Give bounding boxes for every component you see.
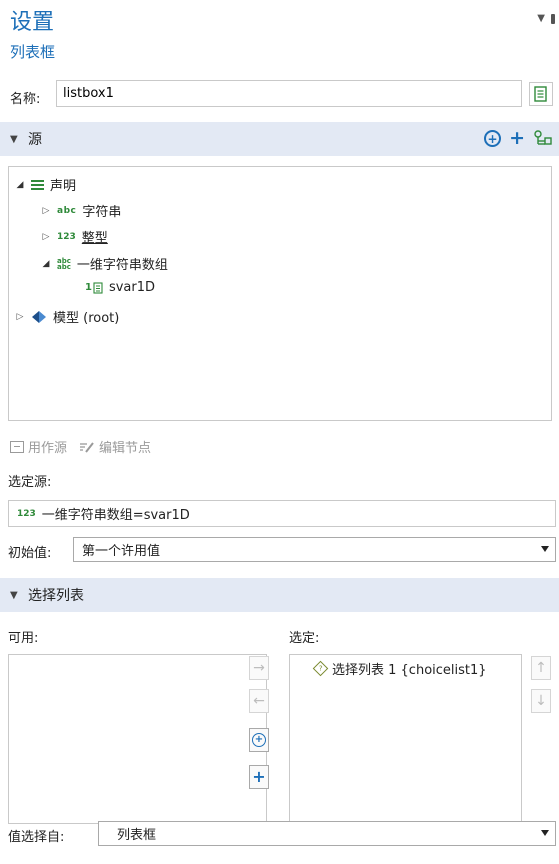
tree-node-label: svar1D [108, 280, 156, 295]
source-section-title: 源 [28, 132, 42, 148]
selected-source-value: 一维字符串数组=svar1D [41, 508, 190, 523]
tree-node-string-array[interactable]: ◢ abc abc 一维字符串数组 [41, 254, 168, 273]
name-input[interactable] [56, 80, 522, 107]
choice-section-title: 选择列表 [28, 588, 84, 604]
tree-node-model[interactable]: ▷ 模型 (root) [15, 307, 119, 326]
arrow-up-icon: ↑ [535, 660, 547, 676]
move-left-button[interactable]: ← [249, 689, 269, 713]
tree-node-declarations[interactable]: ◢ 声明 [15, 175, 76, 194]
name-label: 名称: [10, 92, 41, 107]
add-button[interactable]: + [249, 765, 269, 789]
available-list[interactable] [8, 654, 267, 824]
available-label: 可用: [8, 631, 39, 646]
move-up-button[interactable]: ↑ [531, 656, 551, 680]
list-lines-icon [31, 179, 44, 190]
initial-value-select[interactable]: 第一个许用值 [73, 537, 556, 562]
selected-list[interactable]: ? 选择列表 1 {choicelist1} [289, 654, 522, 824]
selected-label: 选定: [289, 631, 320, 646]
collapsed-triangle-icon[interactable]: ▷ [15, 312, 25, 322]
choice-section-header[interactable]: ▼ 选择列表 [0, 578, 559, 612]
tree-node-svar1d[interactable]: 1 svar1D [85, 280, 155, 295]
list-item-label: 选择列表 1 {choicelist1} [332, 663, 487, 678]
list-item[interactable]: ? 选择列表 1 {choicelist1} [312, 659, 487, 678]
expanded-triangle-icon[interactable]: ◢ [15, 180, 25, 190]
tree-node-icon[interactable] [533, 129, 553, 148]
tree-node-label: 一维字符串数组 [76, 258, 168, 273]
tree-toolbar: 用作源 编辑节点 [10, 437, 151, 456]
move-down-button[interactable]: ↓ [531, 689, 551, 713]
arrow-down-icon: ↓ [535, 693, 547, 709]
selected-source-field: 123 一维字符串数组=svar1D [8, 500, 556, 527]
source-section-header[interactable]: ▼ 源 + + [0, 122, 559, 156]
value-select[interactable]: 列表框 [98, 821, 556, 846]
abc-icon: abc [57, 205, 77, 216]
use-as-source-icon [10, 440, 24, 453]
chevron-down-icon [541, 546, 549, 552]
chevron-down-icon [541, 830, 549, 836]
int-icon: 123 [17, 508, 36, 519]
tree-node-string[interactable]: ▷ abc 字符串 [41, 201, 122, 220]
tree-node-integer[interactable]: ▷ 123 整型 [41, 227, 108, 246]
collapse-triangle-icon[interactable]: ▼ [10, 590, 28, 601]
dropdown-icon[interactable]: ▼ [537, 13, 545, 24]
value-select-selected: 列表框 [117, 828, 157, 843]
circle-plus-icon[interactable]: + [484, 130, 502, 147]
circle-plus-icon: + [252, 733, 266, 747]
plus-icon: + [252, 767, 266, 786]
move-right-button[interactable]: → [249, 656, 269, 680]
window-controls: ▼ [537, 13, 555, 24]
document-icon [93, 281, 103, 294]
tree-node-label: 声明 [50, 179, 77, 194]
add-circle-button[interactable]: + [249, 728, 269, 752]
arrow-left-icon: ← [253, 693, 265, 709]
choice-list-icon: ? [312, 660, 329, 677]
collapse-triangle-icon[interactable]: ▼ [10, 134, 28, 145]
page-subtitle: 列表框 [10, 43, 56, 61]
int-icon: 123 [57, 231, 76, 242]
initial-value-label: 初始值: [8, 546, 52, 561]
source-section-actions: + + [484, 129, 553, 148]
collapsed-triangle-icon[interactable]: ▷ [41, 232, 51, 242]
plus-icon[interactable]: + [509, 129, 525, 148]
document-button[interactable] [529, 82, 553, 106]
tree-node-label: 模型 (root) [53, 311, 120, 326]
edit-node-button[interactable]: 编辑节点 [79, 437, 151, 456]
page-title: 设置 [10, 10, 55, 35]
initial-value-selected: 第一个许用值 [82, 544, 161, 559]
selected-source-label: 选定源: [8, 475, 52, 490]
tree-node-label: 字符串 [82, 205, 122, 220]
collapsed-triangle-icon[interactable]: ▷ [41, 206, 51, 216]
abc-array-icon: abc abc [57, 256, 71, 271]
pin-icon[interactable] [551, 13, 555, 24]
model-icon [32, 310, 46, 323]
array-var-icon: 1 [85, 281, 103, 294]
document-list-icon [534, 86, 547, 102]
expanded-triangle-icon[interactable]: ◢ [41, 259, 51, 269]
edit-node-icon [80, 441, 94, 453]
value-select-label: 值选择自: [8, 830, 65, 845]
source-tree[interactable]: ◢ 声明 ▷ abc 字符串 ▷ 123 整型 ◢ abc abc 一维字符串数… [8, 166, 552, 421]
arrow-right-icon: → [253, 660, 265, 676]
use-as-source-button[interactable]: 用作源 [10, 437, 67, 456]
tree-node-label: 整型 [81, 231, 108, 246]
